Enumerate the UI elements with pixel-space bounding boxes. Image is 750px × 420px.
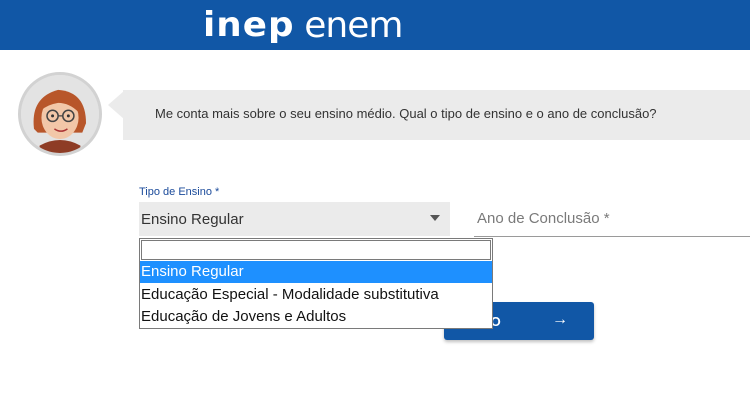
tipo-de-ensino-label: Tipo de Ensino * — [139, 186, 220, 198]
top-bar: inep enem — [0, 0, 750, 50]
logo-inep-text: inep — [203, 5, 295, 45]
assistant-message: Me conta mais sobre o seu ensino médio. … — [155, 106, 657, 121]
arrow-right-icon: → — [552, 311, 568, 328]
ano-de-conclusao-input[interactable] — [474, 236, 750, 237]
speech-bubble-tail — [108, 91, 124, 119]
tipo-de-ensino-dropdown: Ensino Regular Educação Especial - Modal… — [139, 238, 493, 329]
inep-enem-logo: inep enem — [203, 4, 403, 46]
tipo-de-ensino-value: Ensino Regular — [141, 211, 244, 228]
dropdown-search-input[interactable] — [141, 240, 491, 260]
assistant-avatar-icon — [18, 72, 102, 156]
dropdown-option-ensino-regular[interactable]: Ensino Regular — [140, 261, 492, 283]
chevron-down-icon[interactable] — [430, 215, 440, 221]
dropdown-option-educacao-especial[interactable]: Educação Especial - Modalidade substitut… — [140, 284, 492, 306]
dropdown-option-eja[interactable]: Educação de Jovens e Adultos — [140, 306, 492, 328]
logo-enem-text: enem — [304, 4, 403, 46]
ano-de-conclusao-placeholder: Ano de Conclusão * — [477, 210, 610, 227]
